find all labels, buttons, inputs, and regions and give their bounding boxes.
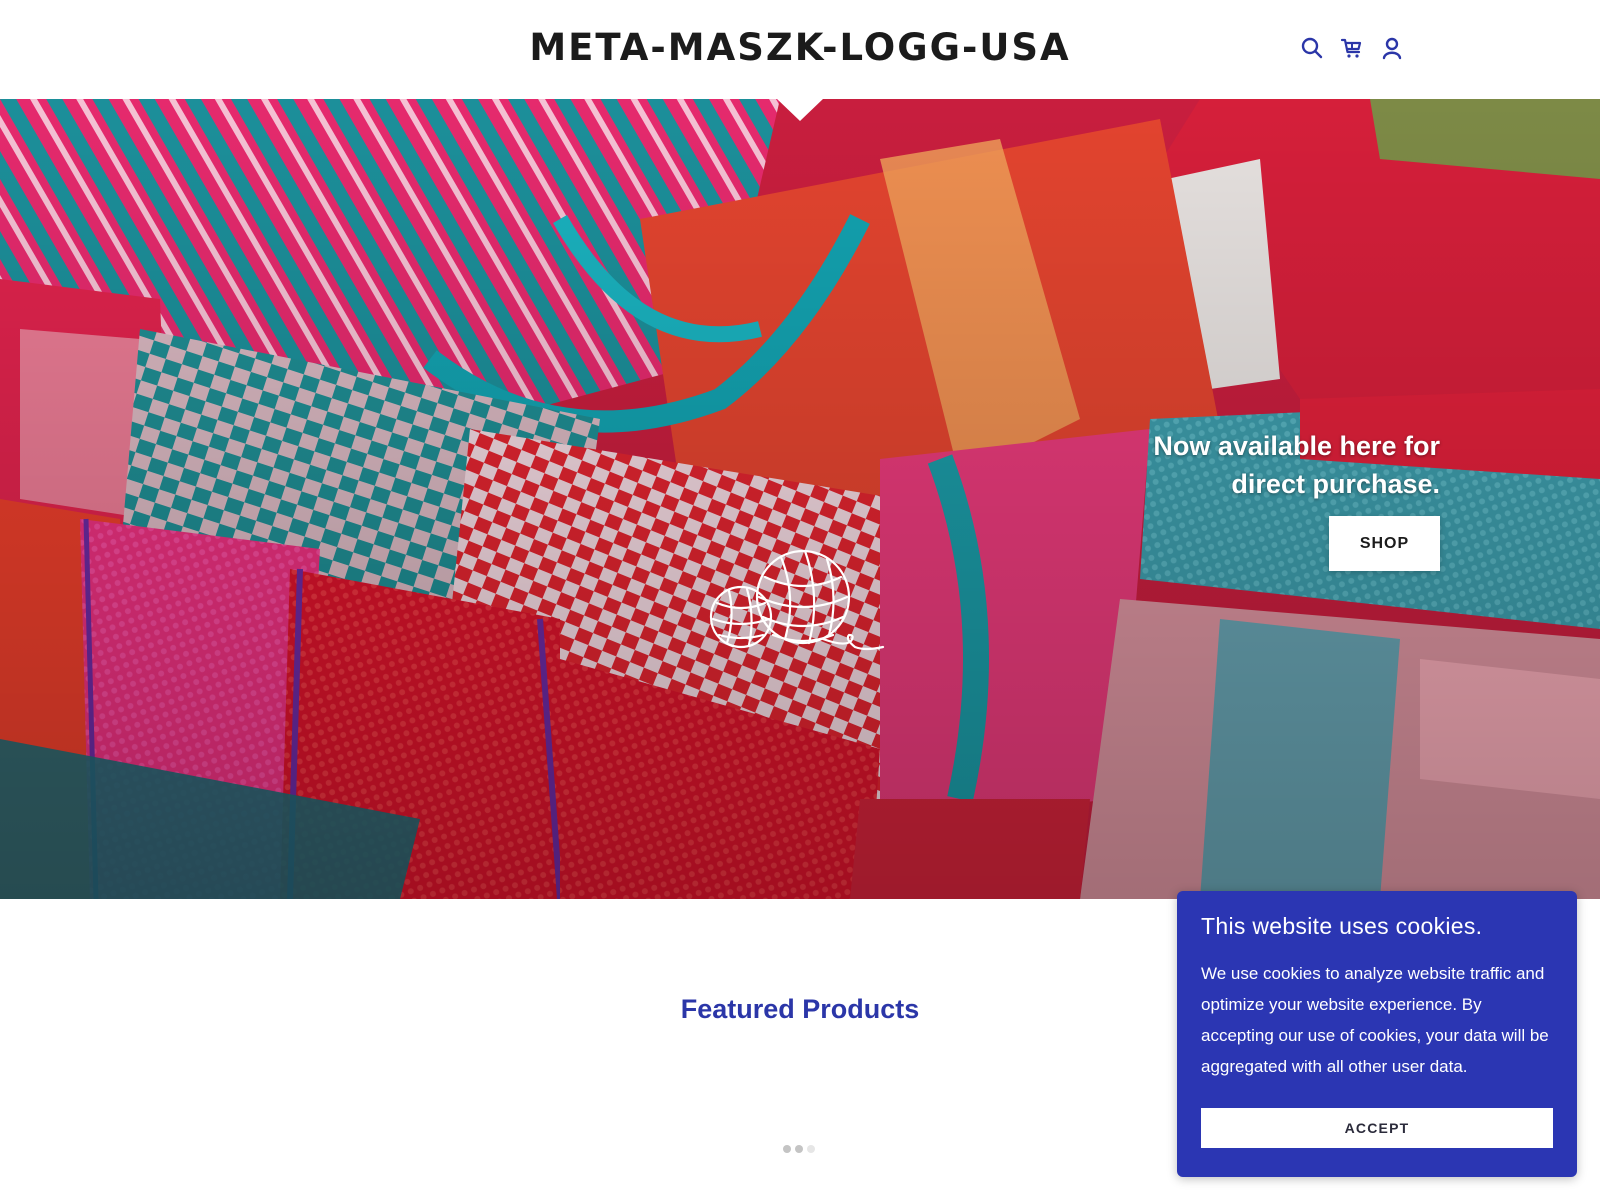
- carousel-dot[interactable]: [795, 1145, 803, 1153]
- header-notch: [776, 98, 824, 121]
- account-icon[interactable]: [1380, 36, 1404, 60]
- accept-cookies-button[interactable]: ACCEPT: [1201, 1108, 1553, 1148]
- cookie-banner-text: We use cookies to analyze website traffi…: [1201, 964, 1549, 1076]
- site-header: META-MASZK-LOGG-USA: [0, 0, 1600, 99]
- header-icons: [1300, 36, 1404, 60]
- shop-button[interactable]: SHOP: [1329, 516, 1440, 571]
- carousel-dot[interactable]: [807, 1145, 815, 1153]
- cookie-banner: This website uses cookies. We use cookie…: [1177, 891, 1577, 1177]
- cookie-banner-title: This website uses cookies.: [1201, 913, 1483, 939]
- carousel-dot[interactable]: [783, 1145, 791, 1153]
- yarn-balls-icon: [709, 549, 885, 651]
- hero-banner: Now available here for direct purchase. …: [0, 99, 1600, 899]
- cart-icon[interactable]: [1340, 36, 1364, 60]
- search-icon[interactable]: [1300, 36, 1324, 60]
- hero-tagline: Now available here for direct purchase.: [1153, 431, 1440, 499]
- carousel-dots: [783, 1145, 815, 1153]
